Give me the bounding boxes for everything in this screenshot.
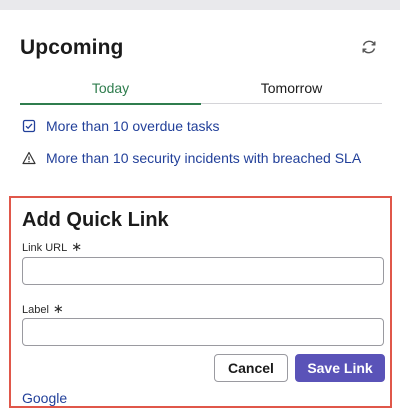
top-bar [0, 0, 400, 10]
day-tabs: Today Tomorrow [20, 76, 382, 105]
warning-icon [22, 151, 36, 165]
required-marker: ∗ [71, 239, 83, 254]
save-link-button[interactable]: Save Link [295, 354, 385, 382]
tab-today[interactable]: Today [20, 76, 201, 105]
checkbox-icon [22, 119, 36, 133]
alert-text: More than 10 security incidents with bre… [46, 150, 362, 166]
quick-link-google[interactable]: Google [22, 389, 67, 407]
label-field-label: Label ∗ [22, 301, 64, 317]
overdue-tasks-alert[interactable]: More than 10 overdue tasks [22, 116, 220, 136]
label-input[interactable] [22, 318, 384, 346]
required-marker: ∗ [52, 301, 64, 316]
upcoming-header: Upcoming [20, 34, 382, 62]
alert-text: More than 10 overdue tasks [46, 118, 220, 134]
tab-tomorrow[interactable]: Tomorrow [201, 76, 382, 103]
cancel-button[interactable]: Cancel [214, 354, 288, 382]
quick-link-title: Add Quick Link [22, 209, 169, 231]
add-quick-link-panel: Add Quick Link Link URL ∗ Label ∗ Cancel S… [9, 196, 392, 408]
link-url-input[interactable] [22, 257, 384, 285]
link-url-label: Link URL ∗ [22, 239, 83, 255]
refresh-icon[interactable] [360, 38, 378, 56]
page-title: Upcoming [20, 36, 124, 59]
security-incidents-alert[interactable]: More than 10 security incidents with bre… [22, 148, 361, 168]
